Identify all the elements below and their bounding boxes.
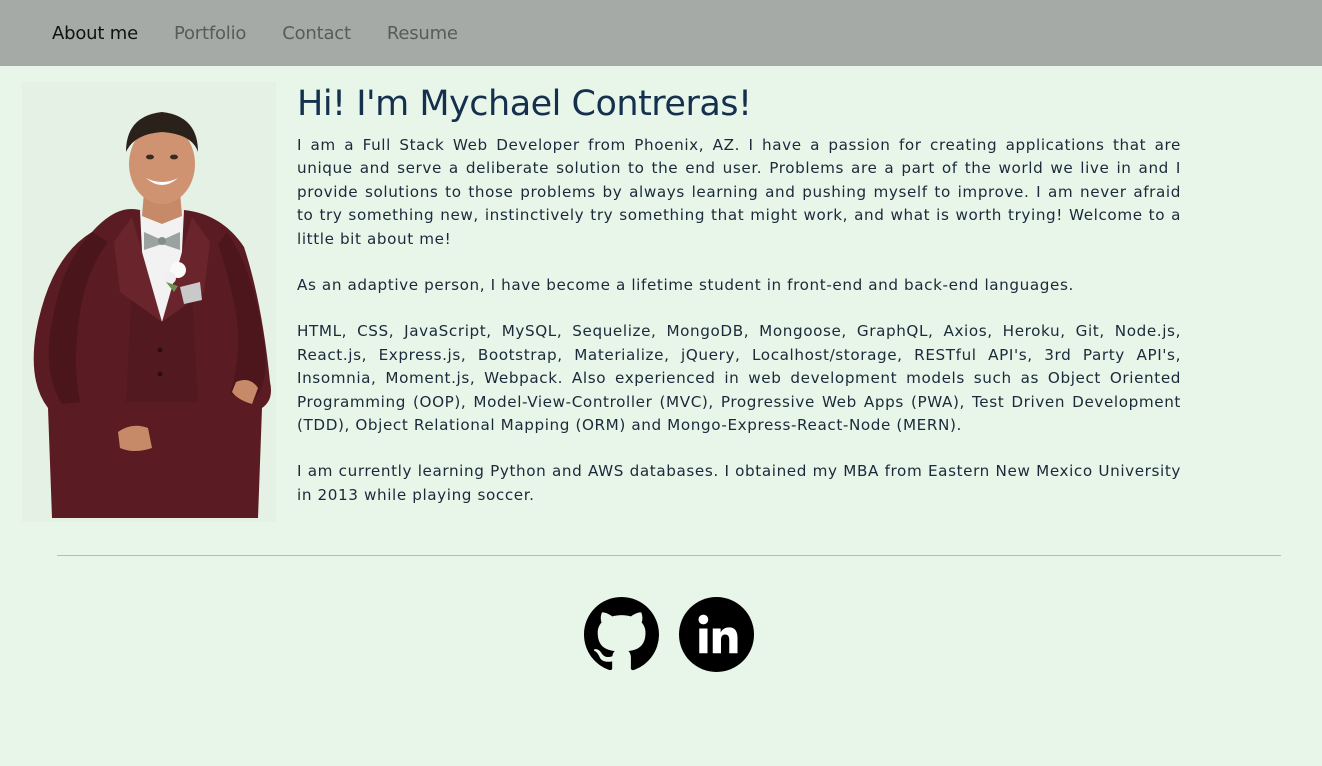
nav-about-me[interactable]: About me xyxy=(52,23,138,44)
linkedin-icon xyxy=(679,597,754,672)
nav-portfolio[interactable]: Portfolio xyxy=(174,23,246,44)
adaptive-paragraph: As an adaptive person, I have become a l… xyxy=(297,276,1074,295)
github-icon xyxy=(584,597,659,671)
nav-contact[interactable]: Contact xyxy=(282,23,351,44)
profile-photo xyxy=(22,82,276,522)
page-title: Hi! I'm Mychael Contreras! xyxy=(297,84,752,124)
navbar: About me Portfolio Contact Resume xyxy=(0,0,1322,66)
github-link[interactable] xyxy=(584,597,659,672)
skills-paragraph: HTML, CSS, JavaScript, MySQL, Sequelize,… xyxy=(297,322,1181,435)
education-paragraph: I am currently learning Python and AWS d… xyxy=(297,462,1181,504)
section-divider xyxy=(57,555,1281,556)
intro-paragraph: I am a Full Stack Web Developer from Pho… xyxy=(297,136,1181,248)
nav-resume[interactable]: Resume xyxy=(387,23,458,44)
about-section: Hi! I'm Mychael Contreras! I am a Full S… xyxy=(297,82,1181,530)
social-links xyxy=(584,597,754,672)
linkedin-link[interactable] xyxy=(679,597,754,672)
